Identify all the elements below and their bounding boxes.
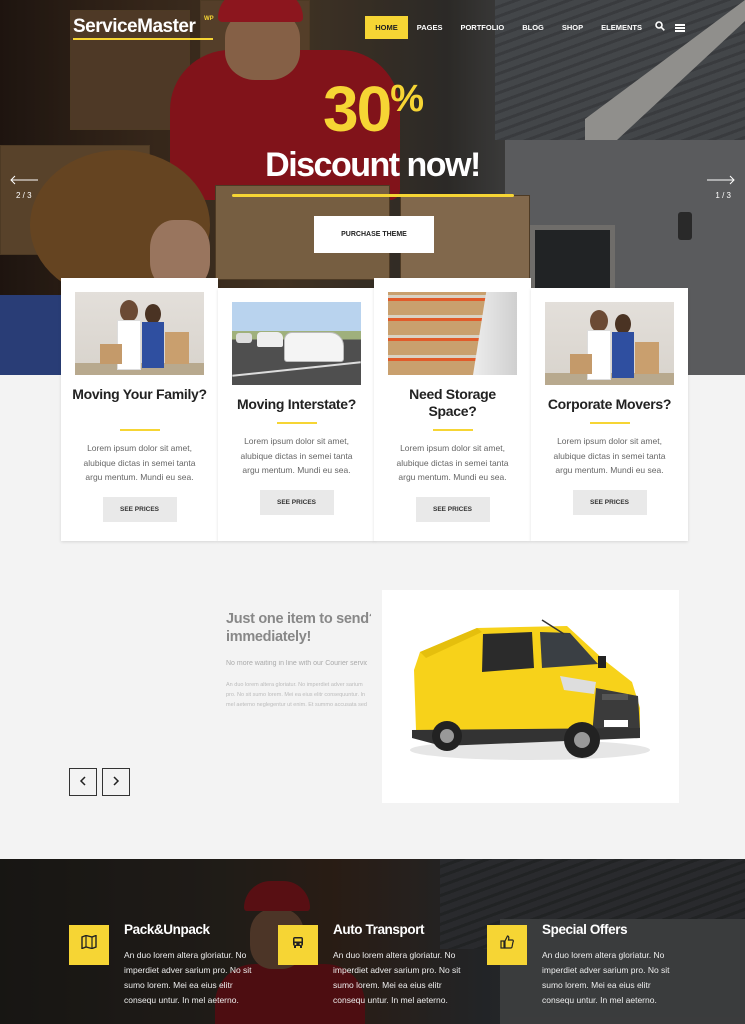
service-card: Moving Interstate? Lorem ipsum dolor sit… (218, 288, 375, 541)
card-title: Moving Your Family? (72, 386, 207, 402)
arrow-right-icon[interactable] (707, 172, 735, 186)
feature-title: Special Offers (542, 922, 628, 937)
card-title: Corporate Movers? (547, 396, 672, 412)
nav-item-blog[interactable]: BLOG (513, 16, 553, 39)
service-cards: Moving Your Family? Lorem ipsum dolor si… (61, 278, 688, 543)
nav-item-home[interactable]: HOME (365, 16, 408, 39)
map-icon (69, 925, 109, 965)
see-prices-button[interactable]: SEE PRICES (102, 496, 177, 522)
courier-title: Just one item to send? immediately! (226, 610, 371, 646)
nav-item-elements[interactable]: ELEMENTS (592, 16, 651, 39)
family-moving-image (75, 292, 204, 375)
card-title: Need Storage Space? (409, 386, 496, 419)
next-slide-button[interactable] (102, 768, 130, 796)
hero-discount: 30% (0, 72, 745, 146)
logo-underline (73, 38, 213, 40)
site-logo[interactable]: ServiceMaster (73, 16, 196, 38)
logo-badge: WP (204, 16, 214, 22)
card-divider (276, 422, 317, 424)
feature-text: An duo lorem altera gloriatur. No imperd… (542, 950, 670, 1005)
van-illustration (410, 619, 650, 760)
see-prices-button[interactable]: SEE PRICES (572, 489, 647, 515)
nav-item-pages[interactable]: PAGES (408, 16, 452, 39)
service-card: Moving Your Family? Lorem ipsum dolor si… (61, 278, 218, 541)
service-card: Need Storage Space? Lorem ipsum dolor si… (374, 278, 531, 541)
hero-underline (232, 194, 514, 197)
card-text: Lorem ipsum dolor sit amet, alubique dic… (240, 436, 353, 475)
see-prices-button[interactable]: SEE PRICES (259, 489, 334, 515)
menu-icon[interactable] (675, 23, 685, 32)
arrow-left-icon[interactable] (10, 172, 38, 186)
feature-text: An duo lorem altera gloriatur. No imperd… (333, 950, 461, 1005)
yellow-van-image (382, 590, 679, 803)
service-card: Corporate Movers? Lorem ipsum dolor sit … (531, 288, 688, 541)
thumbs-up-icon (487, 925, 527, 965)
vans-on-road-image (232, 302, 361, 385)
chevron-left-icon (79, 776, 86, 786)
slide-counter-left: 2 / 3 (16, 191, 32, 200)
chevron-right-icon (113, 776, 120, 786)
card-title: Moving Interstate? (236, 396, 357, 412)
hero-discount-number: 30 (323, 73, 392, 145)
hero-headline: Discount now! (265, 146, 481, 184)
nav-item-shop[interactable]: SHOP (553, 16, 592, 39)
feature-title: Pack&Unpack (124, 922, 210, 937)
courier-subtitle: No more waiting in line with our Courier… (226, 660, 367, 667)
card-text: Lorem ipsum dolor sit amet, alubique dic… (396, 443, 509, 482)
card-divider (119, 429, 160, 431)
card-text: Lorem ipsum dolor sit amet, alubique dic… (83, 443, 196, 482)
warehouse-image (388, 292, 517, 375)
hero-discount-percent: % (390, 78, 424, 120)
prev-slide-button[interactable] (69, 768, 97, 796)
card-text: Lorem ipsum dolor sit amet, alubique dic… (553, 436, 666, 475)
see-prices-button[interactable]: SEE PRICES (415, 496, 490, 522)
slide-counter-right: 1 / 3 (715, 191, 731, 200)
feature-title: Auto Transport (333, 922, 425, 937)
corporate-movers-image (545, 302, 674, 385)
nav-item-portfolio[interactable]: PORTFOLIO (451, 16, 513, 39)
main-nav: HOME PAGES PORTFOLIO BLOG SHOP ELEMENTS (365, 16, 685, 39)
car-icon (278, 925, 318, 965)
purchase-theme-button[interactable]: PURCHASE THEME (314, 216, 434, 253)
card-divider (432, 429, 473, 431)
courier-title-line2: immediately! (226, 629, 312, 645)
search-icon[interactable] (651, 21, 669, 34)
feature-text: An duo lorem altera gloriatur. No imperd… (124, 950, 252, 1005)
courier-text: An duo lorem altera gloriatur. No imperd… (226, 682, 367, 708)
courier-title-line1: Just one item to send? (226, 611, 371, 627)
card-divider (589, 422, 630, 424)
